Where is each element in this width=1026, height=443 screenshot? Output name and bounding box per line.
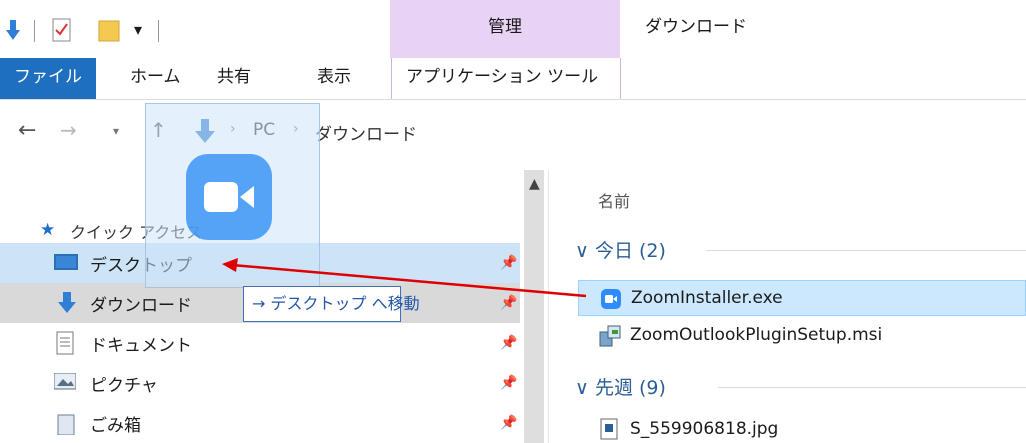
annotation-arrow bbox=[222, 258, 587, 298]
